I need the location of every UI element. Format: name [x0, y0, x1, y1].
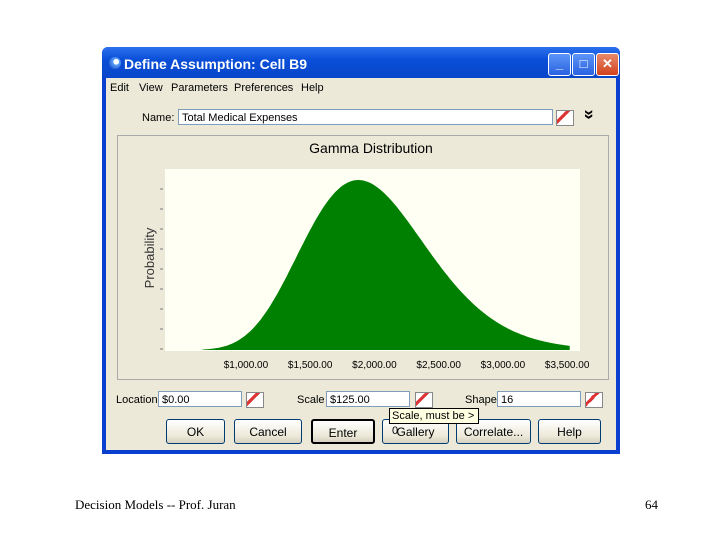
enter-button[interactable]: Enter	[311, 419, 375, 444]
title-bar[interactable]: Define Assumption: Cell B9 _ □ ✕	[102, 47, 620, 78]
page-number: 64	[645, 497, 658, 512]
scale-input[interactable]: $125.00	[326, 391, 410, 407]
scale-picker-icon[interactable]	[415, 392, 433, 408]
gamma-chart: Gamma Distribution Probability $1,000.00…	[142, 140, 590, 371]
x-tick-label: $3,500.00	[545, 360, 590, 371]
window-title: Define Assumption: Cell B9	[124, 56, 308, 72]
name-input[interactable]: Total Medical Expenses	[178, 109, 553, 125]
dialog-client: Edit View Parameters Preferences Help Na…	[106, 78, 616, 450]
x-tick-label: $3,000.00	[481, 360, 526, 371]
location-picker-icon[interactable]	[246, 392, 264, 408]
x-tick-label: $2,000.00	[352, 360, 397, 371]
x-tick-label: $2,500.00	[416, 360, 461, 371]
cell-picker-icon[interactable]	[556, 110, 574, 126]
close-button[interactable]: ✕	[596, 53, 619, 76]
shape-label: Shape	[465, 394, 497, 406]
location-input[interactable]: $0.00	[158, 391, 242, 407]
help-button[interactable]: Help	[538, 419, 601, 444]
minimize-button[interactable]: _	[548, 53, 571, 76]
expand-chevron-icon[interactable]: »	[579, 109, 600, 119]
menu-parameters[interactable]: Parameters	[171, 82, 228, 94]
chart-title: Gamma Distribution	[309, 140, 433, 156]
menu-help[interactable]: Help	[301, 82, 324, 94]
menu-edit[interactable]: Edit	[110, 82, 129, 94]
scale-tooltip: Scale, must be > 0	[389, 408, 479, 437]
footer-text: Decision Models -- Prof. Juran	[75, 497, 236, 512]
chart-panel: Gamma Distribution Probability $1,000.00…	[117, 135, 609, 380]
x-tick-label: $1,000.00	[224, 360, 269, 371]
location-label: Location	[116, 394, 158, 406]
scale-label: Scale	[297, 394, 325, 406]
x-tick-label: $1,500.00	[288, 360, 333, 371]
app-icon	[109, 57, 121, 69]
name-label: Name:	[142, 112, 175, 124]
menu-view[interactable]: View	[139, 82, 163, 94]
ok-button[interactable]: OK	[166, 419, 225, 444]
define-assumption-dialog: Define Assumption: Cell B9 _ □ ✕ Edit Vi…	[102, 47, 620, 454]
shape-picker-icon[interactable]	[585, 392, 603, 408]
shape-input[interactable]: 16	[497, 391, 581, 407]
menu-preferences[interactable]: Preferences	[234, 82, 293, 94]
cancel-button[interactable]: Cancel	[234, 419, 302, 444]
y-axis-label: Probability	[142, 227, 157, 288]
maximize-button[interactable]: □	[572, 53, 595, 76]
